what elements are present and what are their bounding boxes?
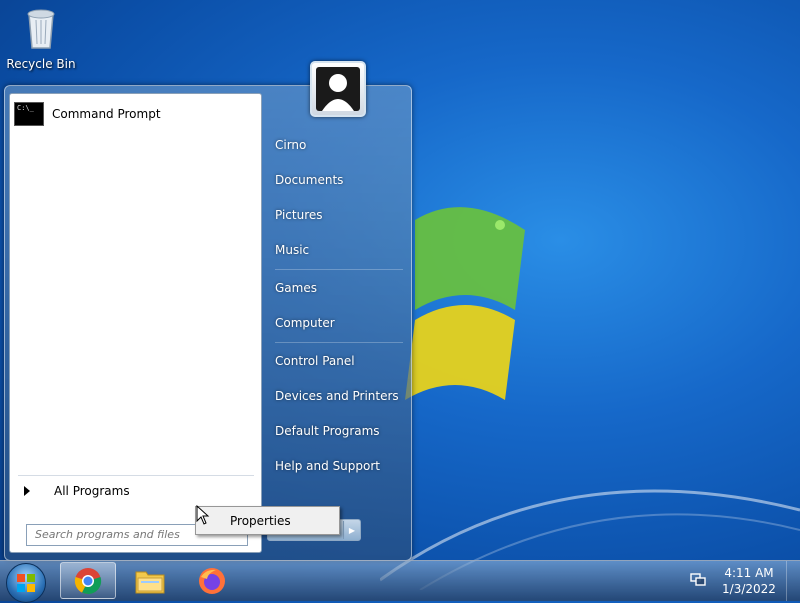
right-item-help-and-support[interactable]: Help and Support [275,459,380,473]
clock-date: 1/3/2022 [722,582,776,596]
expand-arrow-icon [24,486,30,496]
user-avatar[interactable] [310,61,366,117]
mouse-cursor-icon [196,505,210,525]
firefox-icon [199,567,225,594]
right-item-documents[interactable]: Documents [275,173,343,187]
right-item-pictures[interactable]: Pictures [275,208,323,222]
user-silhouette-icon [316,67,360,111]
context-menu-item-properties[interactable]: Properties [230,514,291,528]
command-prompt-icon: C:\_ [14,102,44,126]
taskbar: 4:11 AM 1/3/2022 [0,560,800,603]
recycle-bin-icon [27,9,55,49]
divider [275,269,403,270]
pinned-item-command-prompt[interactable]: C:\_ Command Prompt [14,99,254,129]
all-programs-button[interactable]: All Programs [18,480,254,502]
taskbar-chrome-button[interactable] [60,562,116,599]
start-button[interactable] [6,563,46,603]
right-item-devices-and-printers[interactable]: Devices and Printers [275,389,399,403]
taskbar-firefox-button[interactable] [184,562,240,599]
chrome-icon [74,567,102,594]
shutdown-options-arrow-icon[interactable]: ▶ [343,521,360,539]
system-clock[interactable]: 4:11 AM 1/3/2022 [718,565,780,597]
right-item-control-panel[interactable]: Control Panel [275,354,355,368]
windows-flag-icon [17,574,35,592]
network-icon[interactable] [690,573,706,587]
context-menu: Properties [195,506,340,535]
all-programs-label: All Programs [54,484,130,498]
right-item-computer[interactable]: Computer [275,316,335,330]
right-item-user[interactable]: Cirno [275,138,306,152]
right-item-music[interactable]: Music [275,243,309,257]
clock-time: 4:11 AM [724,566,774,580]
pinned-item-label: Command Prompt [52,107,161,121]
recycle-bin[interactable]: Recycle Bin [6,6,76,71]
start-menu-left-pane: C:\_ Command Prompt All Programs Search … [9,93,262,553]
divider [18,475,254,476]
divider [275,342,403,343]
taskbar-explorer-button[interactable] [122,562,178,599]
show-desktop-button[interactable] [786,561,800,601]
recycle-bin-label: Recycle Bin [6,57,76,71]
wallpaper-wave [380,489,800,590]
file-explorer-icon [135,571,165,593]
right-item-games[interactable]: Games [275,281,317,295]
start-menu: C:\_ Command Prompt All Programs Search … [4,61,412,561]
right-item-default-programs[interactable]: Default Programs [275,424,380,438]
